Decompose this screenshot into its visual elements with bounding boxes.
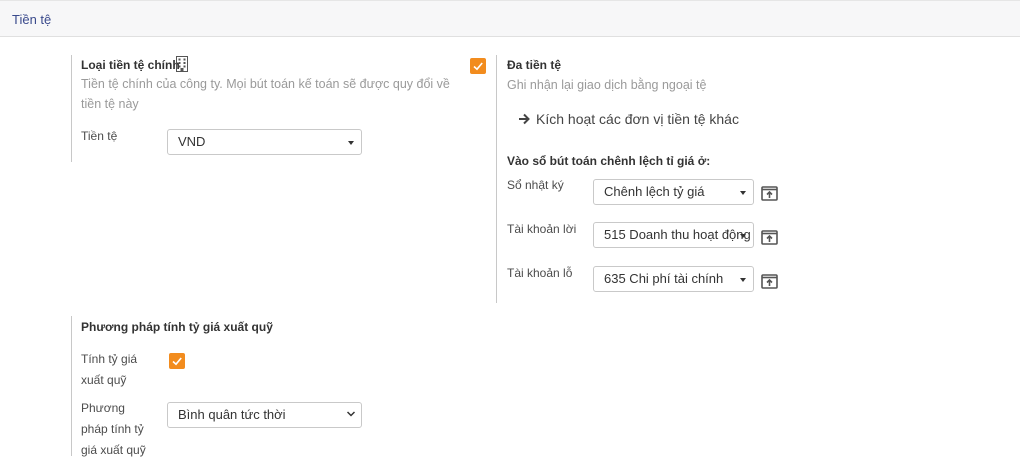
multi-currency-description: Ghi nhận lại giao dịch bằng ngoại tệ [507, 78, 707, 92]
exchange-rate-checkbox-label: Tính tỷ giá xuất quỹ [81, 349, 137, 391]
divider-middle [496, 55, 497, 303]
caret-down-icon [740, 278, 746, 282]
chevron-down-icon [347, 411, 355, 417]
journal-select[interactable]: Chênh lệch tỷ giá [593, 179, 754, 205]
exchange-rate-checkbox[interactable] [169, 353, 185, 369]
loss-account-select-value: 635 Chi phí tài chính [604, 271, 724, 286]
main-currency-title: Loại tiền tệ chính [81, 58, 180, 72]
building-icon [175, 56, 189, 72]
method-label-line1: Phương [81, 401, 125, 415]
main-currency-description: Tiền tệ chính của công ty. Mọi bút toán … [81, 77, 450, 111]
section-header: Tiền tệ [0, 0, 1020, 37]
currency-select[interactable]: VND [167, 129, 362, 155]
exchange-rate-checkbox-label-line1: Tính tỷ giá [81, 352, 138, 366]
currency-select-value: VND [178, 134, 206, 149]
exchange-rate-checkbox-label-line2: xuất quỹ [81, 373, 127, 387]
method-label-line3: giá xuất quỹ [81, 443, 146, 457]
external-link-icon[interactable] [761, 229, 779, 247]
external-link-icon[interactable] [761, 273, 779, 291]
currency-field-label: Tiền tệ [81, 129, 118, 143]
multi-currency-checkbox[interactable] [470, 58, 486, 74]
divider-left-bottom [71, 316, 72, 456]
loss-account-select[interactable]: 635 Chi phí tài chính [593, 266, 754, 292]
multi-currency-title: Đa tiền tệ [507, 58, 562, 72]
exchange-method-title: Phương pháp tính tỷ giá xuất quỹ [81, 320, 273, 334]
divider-left-top [71, 55, 72, 162]
journal-select-value: Chênh lệch tỷ giá [604, 184, 705, 199]
method-label: Phương pháp tính tỷ giá xuất quỹ [81, 398, 146, 460]
activate-currencies-label: Kích hoạt các đơn vị tiền tệ khác [536, 111, 739, 127]
check-icon [473, 62, 483, 71]
check-icon [172, 357, 182, 366]
caret-down-icon [740, 191, 746, 195]
gain-account-select[interactable]: 515 Doanh thu hoạt động [593, 222, 754, 248]
external-link-icon[interactable] [761, 185, 779, 203]
method-label-line2: pháp tính tỷ [81, 422, 144, 436]
arrow-right-icon [519, 113, 530, 125]
loss-account-label: Tài khoản lỗ [507, 266, 573, 280]
method-select-value: Bình quân tức thời [178, 407, 286, 422]
exchange-diff-subheading: Vào sổ bút toán chênh lệch tỉ giá ở: [507, 154, 711, 168]
caret-down-icon [348, 141, 354, 145]
section-title: Tiền tệ [12, 12, 52, 27]
journal-label: Sổ nhật ký [507, 178, 564, 192]
gain-account-label: Tài khoản lời [507, 222, 577, 236]
caret-down-icon [740, 234, 746, 238]
method-select[interactable]: Bình quân tức thời [167, 402, 362, 428]
gain-account-select-value: 515 Doanh thu hoạt động [604, 227, 751, 242]
